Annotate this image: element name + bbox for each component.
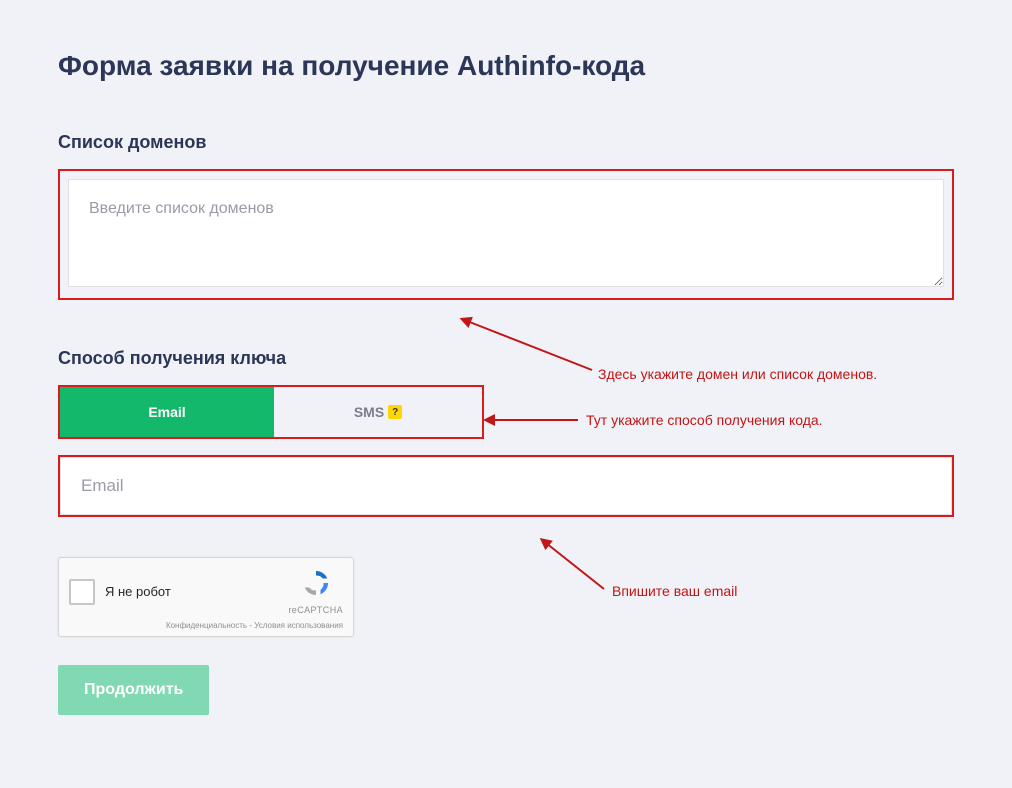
submit-button[interactable]: Продолжить: [58, 665, 209, 715]
tab-email-label: Email: [148, 404, 185, 420]
domains-textarea-highlight: [58, 169, 954, 300]
annotation-domains: Здесь укажите домен или список доменов.: [598, 366, 877, 382]
email-input[interactable]: [60, 457, 952, 515]
method-tabs-highlight: Email SMS ?: [58, 385, 484, 439]
recaptcha-brand: reCAPTCHA: [288, 605, 343, 615]
tab-email[interactable]: Email: [60, 387, 274, 437]
help-icon[interactable]: ?: [388, 405, 402, 419]
recaptcha-icon: [300, 568, 332, 598]
page-title: Форма заявки на получение Authinfo-кода: [58, 50, 954, 82]
email-input-highlight: [58, 455, 954, 517]
tab-sms-label: SMS: [354, 404, 384, 420]
recaptcha-checkbox[interactable]: [69, 579, 95, 605]
method-tabs: Email SMS ?: [60, 387, 482, 437]
tab-sms[interactable]: SMS ?: [274, 387, 482, 437]
domains-label: Список доменов: [58, 132, 954, 153]
annotation-method: Тут укажите способ получения кода.: [586, 412, 823, 428]
recaptcha-terms: Конфиденциальность - Условия использован…: [69, 621, 343, 630]
recaptcha-widget: Я не робот reCAPTCHA Конфиденциальность …: [58, 557, 354, 637]
recaptcha-label: Я не робот: [105, 584, 171, 599]
annotation-email: Впишите ваш email: [612, 583, 737, 599]
domains-textarea[interactable]: [68, 179, 944, 287]
